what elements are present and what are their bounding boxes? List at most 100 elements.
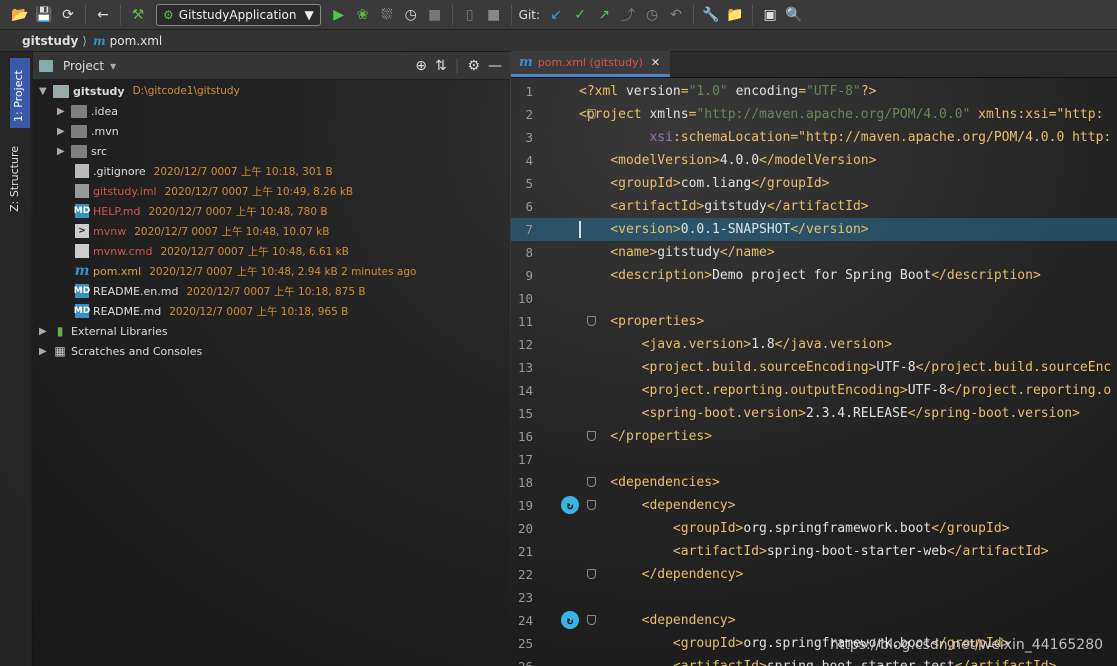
close-icon[interactable]: ✕ (651, 56, 660, 69)
code-line[interactable]: 18 <dependencies> (511, 471, 1117, 494)
collapse-all-icon[interactable]: ⇅ (435, 58, 447, 74)
code-line[interactable]: 16 </properties> (511, 425, 1117, 448)
markdown-file-icon: MD (73, 284, 91, 298)
code-line[interactable]: 23 (511, 586, 1117, 609)
tree-item-scratches[interactable]: ▶ ▦ Scratches and Consoles (39, 341, 210, 361)
tree-item-mvnw[interactable]: > mvnw 2020/12/7 0007 上午 10:48, 10.07 kB (75, 221, 329, 241)
git-push-icon[interactable]: ↗ (592, 3, 616, 27)
chevron-right-icon[interactable]: ▶ (57, 106, 71, 117)
chevron-down-icon[interactable]: ▾ (110, 59, 116, 73)
sdk-icon[interactable]: ■ (482, 3, 506, 27)
profile-icon[interactable]: ◷ (399, 3, 423, 27)
gutter (533, 517, 579, 540)
git-history-icon[interactable]: ◷ (640, 3, 664, 27)
project-structure-icon[interactable]: 📁 (723, 3, 747, 27)
spring-run-gutter-icon[interactable]: ↻ (561, 496, 579, 514)
line-number: 13 (517, 360, 533, 375)
tab-structure[interactable]: Z: Structure (8, 146, 21, 212)
toolbar-separator (451, 4, 453, 25)
breadcrumb-file[interactable]: pom.xml (110, 34, 163, 48)
tab-pom-xml[interactable]: m pom.xml (gitstudy) ✕ (511, 51, 671, 77)
code-line[interactable]: 21 <artifactId>spring-boot-starter-web</… (511, 540, 1117, 563)
fold-marker-icon[interactable] (587, 477, 596, 487)
code-line[interactable]: 15 <spring-boot.version>2.3.4.RELEASE</s… (511, 402, 1117, 425)
code-line[interactable]: 19 ↻ <dependency> (511, 494, 1117, 517)
spring-run-gutter-icon[interactable]: ↻ (561, 611, 579, 629)
code-line[interactable]: 22 </dependency> (511, 563, 1117, 586)
code-line[interactable]: 8 <name>gitstudy</name> (511, 241, 1117, 264)
breadcrumb-project[interactable]: gitstudy (22, 34, 78, 48)
tab-project-label: 1: Project (12, 70, 25, 122)
code-line[interactable]: 9 <description>Demo project for Spring B… (511, 264, 1117, 287)
tree-item-gitstudy-iml[interactable]: gitstudy.iml 2020/12/7 0007 上午 10:49, 8.… (75, 181, 353, 201)
settings-wrench-icon[interactable]: 🔧 (699, 3, 723, 27)
locate-icon[interactable]: ⊕ (415, 58, 427, 74)
coverage-icon[interactable]: ⛆ (375, 3, 399, 27)
code-line[interactable]: 2 <project xmlns="http://maven.apache.org… (511, 103, 1117, 126)
run-configuration-select[interactable]: ⚙ GitstudyApplication ▼ (156, 3, 321, 26)
code-line[interactable]: 20 <groupId>org.springframework.boot</gr… (511, 517, 1117, 540)
code-line[interactable]: 11 <properties> (511, 310, 1117, 333)
code-line[interactable]: 3 xsi:schemaLocation="http://maven.apach… (511, 126, 1117, 149)
code-line[interactable]: 7 <version>0.0.1-SNAPSHOT</version> (511, 218, 1117, 241)
git-merge-icon[interactable]: ⤴ (616, 3, 640, 27)
code-line[interactable]: 12 <java.version>1.8</java.version> (511, 333, 1117, 356)
device-icon[interactable]: ▯ (458, 3, 482, 27)
run-icon[interactable]: ▶ (327, 3, 351, 27)
tab-project[interactable]: 1: Project (10, 58, 30, 128)
code-line[interactable]: 26 <artifactId>spring-boot-starter-test<… (511, 655, 1117, 666)
tree-item-gitignore[interactable]: .gitignore 2020/12/7 0007 上午 10:18, 301 … (75, 161, 333, 181)
save-icon[interactable]: 💾 (32, 3, 56, 27)
open-folder-icon[interactable]: 📂 (8, 3, 32, 27)
tree-item-mvn[interactable]: ▶ .mvn (57, 121, 127, 141)
chevron-right-icon[interactable]: ▶ (39, 326, 53, 337)
sync-icon[interactable]: ⟳ (56, 3, 80, 27)
tree-item-external-libraries[interactable]: ▶ ▮ External Libraries (39, 321, 176, 341)
fold-marker-icon[interactable] (587, 316, 596, 326)
gear-icon[interactable]: ⚙ (467, 58, 480, 74)
chevron-right-icon[interactable]: ▶ (57, 126, 71, 137)
git-revert-icon[interactable]: ↶ (664, 3, 688, 27)
stop-icon[interactable]: ■ (423, 3, 447, 27)
build-hammer-icon[interactable]: ⚒ (126, 3, 150, 27)
fold-marker-icon[interactable] (587, 500, 596, 510)
line-number: 20 (517, 521, 533, 536)
search-icon[interactable]: 🔍 (782, 3, 806, 27)
tree-item-readme[interactable]: MD README.md 2020/12/7 0007 上午 10:18, 96… (74, 301, 348, 321)
fold-marker-icon[interactable] (587, 615, 596, 625)
code-line[interactable]: 10 (511, 287, 1117, 310)
code-line[interactable]: 13 <project.build.sourceEncoding>UTF-8</… (511, 356, 1117, 379)
iml-file-icon (75, 184, 89, 198)
fold-marker-icon[interactable] (587, 109, 596, 119)
tree-item-mvnw-cmd[interactable]: mvnw.cmd 2020/12/7 0007 上午 10:48, 6.61 k… (75, 241, 349, 261)
debug-icon[interactable]: ❀ (351, 3, 375, 27)
gutter (533, 241, 579, 264)
tree-item-idea[interactable]: ▶ .idea (57, 101, 126, 121)
chevron-down-icon[interactable]: ▼ (39, 86, 53, 97)
tree-item-help-md[interactable]: MD HELP.md 2020/12/7 0007 上午 10:48, 780 … (74, 201, 328, 221)
code-line[interactable]: 14 <project.reporting.outputEncoding>UTF… (511, 379, 1117, 402)
back-icon[interactable]: ← (91, 3, 115, 27)
tree-root[interactable]: ▼ gitstudy D:\gitcode1\gitstudy (39, 81, 240, 101)
code-line[interactable]: 1 <?xml version="1.0" encoding="UTF-8"?> (511, 80, 1117, 103)
tree-item-readme-en[interactable]: MD README.en.md 2020/12/7 0007 上午 10:18,… (73, 281, 366, 301)
code-line[interactable]: 24 ↻ <dependency> (511, 609, 1117, 632)
git-update-icon[interactable]: ↙ (544, 3, 568, 27)
minimize-icon[interactable]: — (488, 58, 502, 74)
code-line[interactable]: 4 <modelVersion>4.0.0</modelVersion> (511, 149, 1117, 172)
git-commit-icon[interactable]: ✓ (568, 3, 592, 27)
fold-marker-icon[interactable] (587, 569, 596, 579)
line-number: 5 (525, 176, 533, 191)
code-line[interactable]: 17 (511, 448, 1117, 471)
chevron-right-icon[interactable]: ▶ (57, 146, 71, 157)
tree-item-src[interactable]: ▶ src (57, 141, 115, 161)
fold-marker-icon[interactable] (587, 431, 596, 441)
code-line[interactable]: 6 <artifactId>gitstudy</artifactId> (511, 195, 1117, 218)
gutter (533, 356, 579, 379)
project-view-select[interactable]: Project (63, 59, 104, 73)
chevron-right-icon[interactable]: ▶ (39, 346, 53, 357)
tree-item-pom-xml[interactable]: m pom.xml 2020/12/7 0007 上午 10:48, 2.94 … (75, 261, 417, 281)
presentation-icon[interactable]: ▣ (758, 3, 782, 27)
code-line[interactable]: 5 <groupId>com.liang</groupId> (511, 172, 1117, 195)
root-name: gitstudy (73, 84, 125, 98)
